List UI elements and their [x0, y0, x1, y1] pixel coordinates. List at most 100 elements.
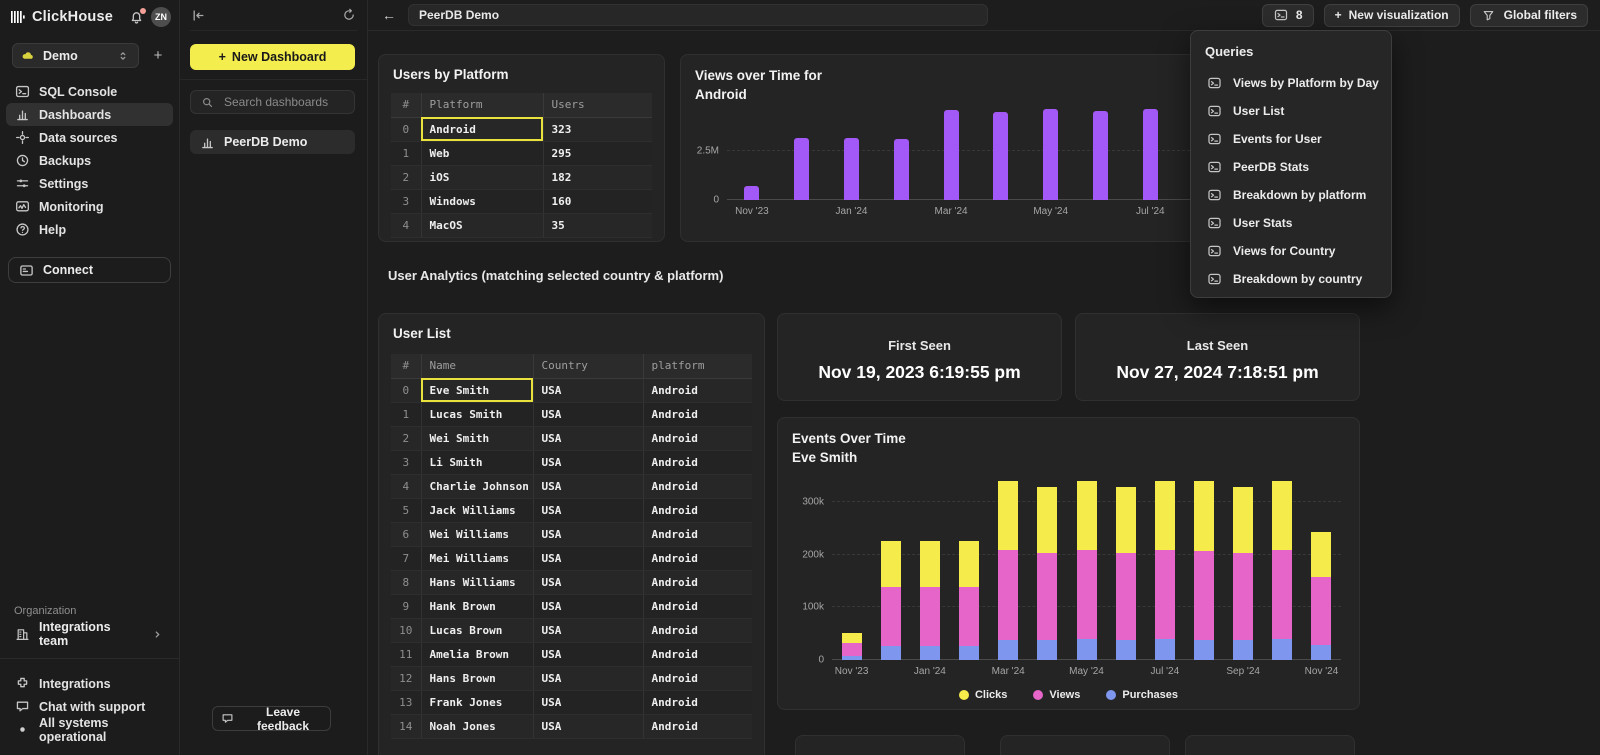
table-cell[interactable]: Lucas Brown: [421, 618, 533, 642]
global-filters-button[interactable]: Global filters: [1470, 4, 1588, 27]
query-item-views-by-platform-by-day[interactable]: Views by Platform by Day: [1205, 69, 1383, 97]
table-cell[interactable]: Wei Smith: [421, 426, 533, 450]
table-cell[interactable]: 11: [391, 642, 421, 666]
table-cell[interactable]: 3: [391, 189, 421, 213]
table-cell[interactable]: Android: [643, 450, 752, 474]
bar-may-24[interactable]: [1043, 109, 1058, 200]
table-cell[interactable]: Charlie Johnson: [421, 474, 533, 498]
table-cell[interactable]: 295: [543, 141, 652, 165]
dashboard-list-item-peerdb-demo[interactable]: PeerDB Demo: [190, 130, 355, 154]
table-row[interactable]: 3Windows160: [391, 189, 652, 213]
table-cell[interactable]: 5: [391, 498, 421, 522]
table-cell[interactable]: 182: [543, 165, 652, 189]
query-item-peerdb-stats[interactable]: PeerDB Stats: [1205, 153, 1383, 181]
table-cell[interactable]: USA: [533, 522, 643, 546]
table-cell[interactable]: 4: [391, 474, 421, 498]
bar-jun-24[interactable]: [1093, 111, 1108, 200]
legend-item-purchases[interactable]: Purchases: [1106, 689, 1178, 701]
table-row[interactable]: 4Charlie JohnsonUSAAndroid: [391, 474, 752, 498]
table-cell[interactable]: Android: [643, 618, 752, 642]
collapse-panel-icon[interactable]: [190, 7, 206, 23]
table-cell[interactable]: USA: [533, 498, 643, 522]
table-cell[interactable]: Android: [643, 666, 752, 690]
sidebar-item-integrations-team[interactable]: Integrations team: [6, 622, 173, 646]
table-cell[interactable]: 6: [391, 522, 421, 546]
table-cell[interactable]: 2: [391, 165, 421, 189]
query-item-breakdown-by-platform[interactable]: Breakdown by platform: [1205, 181, 1383, 209]
bar-jul-24[interactable]: [1143, 109, 1158, 200]
bar-dec-23[interactable]: [794, 138, 809, 200]
table-cell[interactable]: Android: [643, 402, 752, 426]
table-cell[interactable]: Amelia Brown: [421, 642, 533, 666]
table-cell[interactable]: Web: [421, 141, 543, 165]
table-cell[interactable]: USA: [533, 474, 643, 498]
table-row[interactable]: 1Lucas SmithUSAAndroid: [391, 402, 752, 426]
table-cell[interactable]: USA: [533, 642, 643, 666]
table-row[interactable]: 3Li SmithUSAAndroid: [391, 450, 752, 474]
table-row[interactable]: 12Hans BrownUSAAndroid: [391, 666, 752, 690]
table-cell[interactable]: Android: [421, 117, 543, 141]
bar-apr-24[interactable]: [1037, 463, 1057, 660]
table-row[interactable]: 9Hank BrownUSAAndroid: [391, 594, 752, 618]
table-cell[interactable]: Jack Williams: [421, 498, 533, 522]
table-cell[interactable]: 0: [391, 117, 421, 141]
connect-button[interactable]: Connect: [8, 257, 171, 283]
bar-apr-24[interactable]: [993, 112, 1008, 200]
table-cell[interactable]: Android: [643, 690, 752, 714]
table-cell[interactable]: USA: [533, 450, 643, 474]
table-cell[interactable]: Lucas Smith: [421, 402, 533, 426]
search-input[interactable]: [222, 94, 381, 110]
table-cell[interactable]: 323: [543, 117, 652, 141]
table-row[interactable]: 10Lucas BrownUSAAndroid: [391, 618, 752, 642]
table-cell[interactable]: Wei Williams: [421, 522, 533, 546]
table-cell[interactable]: 0: [391, 378, 421, 402]
new-dashboard-button[interactable]: + New Dashboard: [190, 44, 355, 70]
table-cell[interactable]: USA: [533, 570, 643, 594]
table-row[interactable]: 8Hans WilliamsUSAAndroid: [391, 570, 752, 594]
add-service-button[interactable]: +: [147, 45, 169, 67]
table-cell[interactable]: 1: [391, 141, 421, 165]
query-item-views-for-country[interactable]: Views for Country: [1205, 237, 1383, 265]
table-row[interactable]: 1Web295: [391, 141, 652, 165]
table-row[interactable]: 7Mei WilliamsUSAAndroid: [391, 546, 752, 570]
table-cell[interactable]: USA: [533, 666, 643, 690]
table-cell[interactable]: Android: [643, 714, 752, 738]
bar-oct-24[interactable]: [1272, 463, 1292, 660]
leave-feedback-button[interactable]: Leave feedback: [212, 706, 331, 731]
bar-nov-23[interactable]: [842, 463, 862, 660]
query-item-user-stats[interactable]: User Stats: [1205, 209, 1383, 237]
table-cell[interactable]: Android: [643, 378, 752, 402]
sidebar-item-monitoring[interactable]: Monitoring: [6, 195, 173, 218]
table-row[interactable]: 2iOS182: [391, 165, 652, 189]
table-cell[interactable]: Eve Smith: [421, 378, 533, 402]
table-cell[interactable]: 8: [391, 570, 421, 594]
table-cell[interactable]: Li Smith: [421, 450, 533, 474]
table-cell[interactable]: Android: [643, 474, 752, 498]
table-cell[interactable]: USA: [533, 402, 643, 426]
table-cell[interactable]: Hans Williams: [421, 570, 533, 594]
table-cell[interactable]: 13: [391, 690, 421, 714]
legend-item-views[interactable]: Views: [1033, 689, 1080, 701]
table-cell[interactable]: 9: [391, 594, 421, 618]
notifications-bell-icon[interactable]: [129, 10, 144, 25]
table-cell[interactable]: Android: [643, 546, 752, 570]
table-cell[interactable]: USA: [533, 690, 643, 714]
table-cell[interactable]: USA: [533, 426, 643, 450]
sidebar-item-settings[interactable]: Settings: [6, 172, 173, 195]
table-cell[interactable]: Hans Brown: [421, 666, 533, 690]
bar-mar-24[interactable]: [944, 110, 959, 200]
table-row[interactable]: 0Android323: [391, 117, 652, 141]
table-cell[interactable]: 160: [543, 189, 652, 213]
table-row[interactable]: 5Jack WilliamsUSAAndroid: [391, 498, 752, 522]
sidebar-item-integrations[interactable]: Integrations: [6, 672, 173, 695]
new-visualization-button[interactable]: + New visualization: [1324, 4, 1460, 27]
table-cell[interactable]: Android: [643, 522, 752, 546]
bar-aug-24[interactable]: [1194, 463, 1214, 660]
table-cell[interactable]: USA: [533, 594, 643, 618]
table-cell[interactable]: USA: [533, 618, 643, 642]
sidebar-item-all-systems-operational[interactable]: All systems operational: [6, 718, 173, 741]
table-cell[interactable]: 1: [391, 402, 421, 426]
table-cell[interactable]: Windows: [421, 189, 543, 213]
sidebar-item-dashboards[interactable]: Dashboards: [6, 103, 173, 126]
table-cell[interactable]: 35: [543, 213, 652, 237]
